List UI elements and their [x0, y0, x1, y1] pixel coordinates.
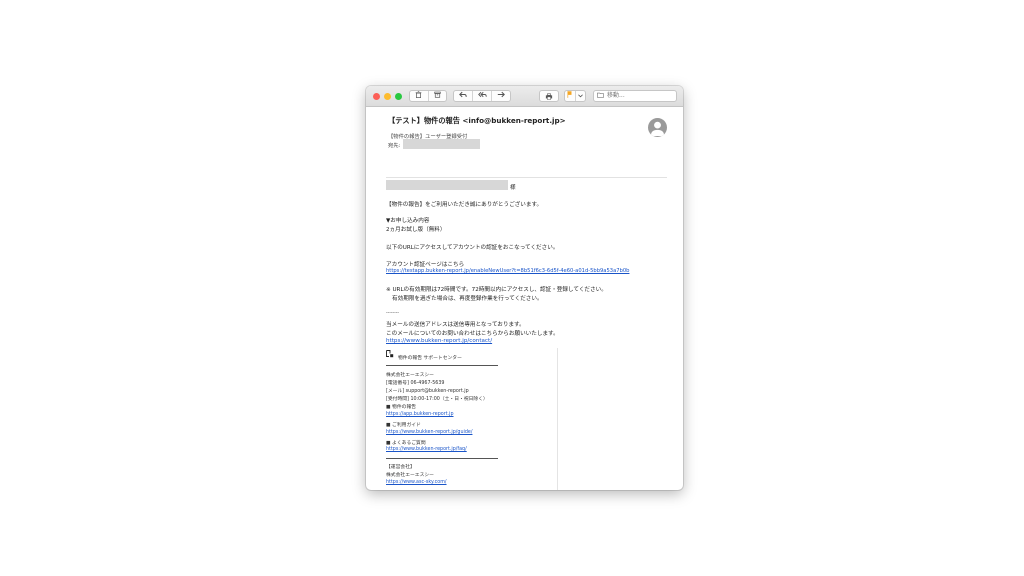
reply-all-icon: [477, 91, 487, 98]
instruction-line: 以下のURLにアクセスしてアカウントの認証をおこなってください。: [386, 245, 559, 251]
message-header: 【テスト】物件の報告 <info@bukken-report.jp> 【物件の報…: [366, 106, 683, 178]
signature-rule-top: [386, 365, 498, 366]
signature-company: 株式会社エーエスシー: [386, 373, 434, 378]
signature-app-link[interactable]: https://app.bukken-report.jp: [386, 412, 454, 417]
signature-block: 物件の報告 サポートセンター 株式会社エーエスシー [電話番号] 06-4967…: [382, 348, 557, 490]
folder-icon: [597, 92, 604, 98]
redacted-recipient-name: [386, 180, 508, 190]
separator-line: --------: [386, 311, 399, 316]
contact-link[interactable]: https://www.bukken-report.jp/contact/: [386, 338, 492, 344]
forward-icon: [497, 91, 505, 98]
plan-line: 2ヵ月お試し版（無料）: [386, 227, 446, 233]
signature-hours: [受付時間] 10:00-17:00（土・日・祝日除く）: [386, 397, 488, 402]
reply-note-2: このメールについてのお問い合わせはこちらからお願いいたします。: [386, 331, 559, 337]
signature-rule-bottom: [386, 458, 498, 459]
move-label: 移動...: [607, 92, 625, 99]
archive-button[interactable]: [427, 91, 447, 101]
delete-archive-group: [409, 90, 447, 102]
message-recipient-label: 宛先:: [388, 143, 401, 149]
zoom-window-button[interactable]: [395, 93, 402, 100]
logo-icon: [386, 350, 394, 358]
reply-button[interactable]: [454, 91, 472, 101]
signature-phone: [電話番号] 06-4967-5639: [386, 381, 445, 386]
reply-group: [453, 90, 511, 102]
signature-title: 物件の報告 サポートセンター: [398, 356, 462, 361]
signature-guide-heading: ■ ご利用ガイド: [386, 423, 421, 428]
print-icon: [545, 92, 553, 100]
salutation-suffix: 様: [510, 185, 516, 191]
note-line-1: ※ URLの有効期限は72時間です。72時間以内にアクセスし、認証・登録してくだ…: [386, 287, 607, 293]
print-button[interactable]: [539, 90, 559, 102]
archive-icon: [434, 91, 441, 98]
auth-link[interactable]: https://testapp.bukken-report.jp/enableN…: [386, 268, 629, 274]
signature-faq-link[interactable]: https://www.bukken-report.jp/faq/: [386, 447, 467, 452]
person-icon: [650, 121, 665, 137]
close-window-button[interactable]: [373, 93, 380, 100]
move-to-mailbox-field[interactable]: 移動...: [593, 90, 677, 102]
reply-note-1: 当メールの送信アドレスは送信専用となっております。: [386, 322, 525, 328]
signature-app-heading: ■ 物件の報告: [386, 405, 417, 410]
signature-mail: [メール] support@bukken-report.jp: [386, 389, 469, 394]
sender-avatar[interactable]: [648, 118, 667, 137]
message-subject: 【テスト】物件の報告 <info@bukken-report.jp>: [388, 116, 566, 125]
chevron-down-icon: [574, 91, 586, 101]
trash-icon: [415, 91, 422, 98]
section-heading: ▼お申し込み内容: [386, 218, 430, 224]
reply-all-button[interactable]: [472, 91, 491, 101]
flag-menu-button[interactable]: [564, 90, 586, 102]
signature-guide-link[interactable]: https://www.bukken-report.jp/guide/: [386, 430, 472, 435]
minimize-window-button[interactable]: [384, 93, 391, 100]
signature-faq-heading: ■ よくあるご質問: [386, 441, 426, 446]
signature-operator: 株式会社エーエスシー: [386, 473, 434, 478]
forward-button[interactable]: [491, 91, 510, 101]
delete-button[interactable]: [410, 91, 428, 101]
flag-icon: [565, 91, 575, 101]
thanks-line: 【物件の報告】をご利用いただき誠にありがとうございます。: [386, 202, 543, 208]
note-line-2: 有効期限を過ぎた場合は、再度登録作業を行ってください。: [392, 296, 543, 302]
reply-icon: [459, 91, 467, 98]
mail-toolbar: 移動...: [366, 86, 683, 107]
signature-operator-link[interactable]: https://www.asc-sky.com/: [386, 480, 447, 485]
mail-window: 移動... 【テスト】物件の報告 <info@bukken-report.jp>…: [366, 86, 683, 490]
signature-operator-heading: 【運営会社】: [386, 465, 415, 470]
header-divider: [386, 177, 667, 178]
auth-label: アカウント認証ページはこちら: [386, 262, 465, 268]
redacted-recipient: [403, 139, 480, 149]
